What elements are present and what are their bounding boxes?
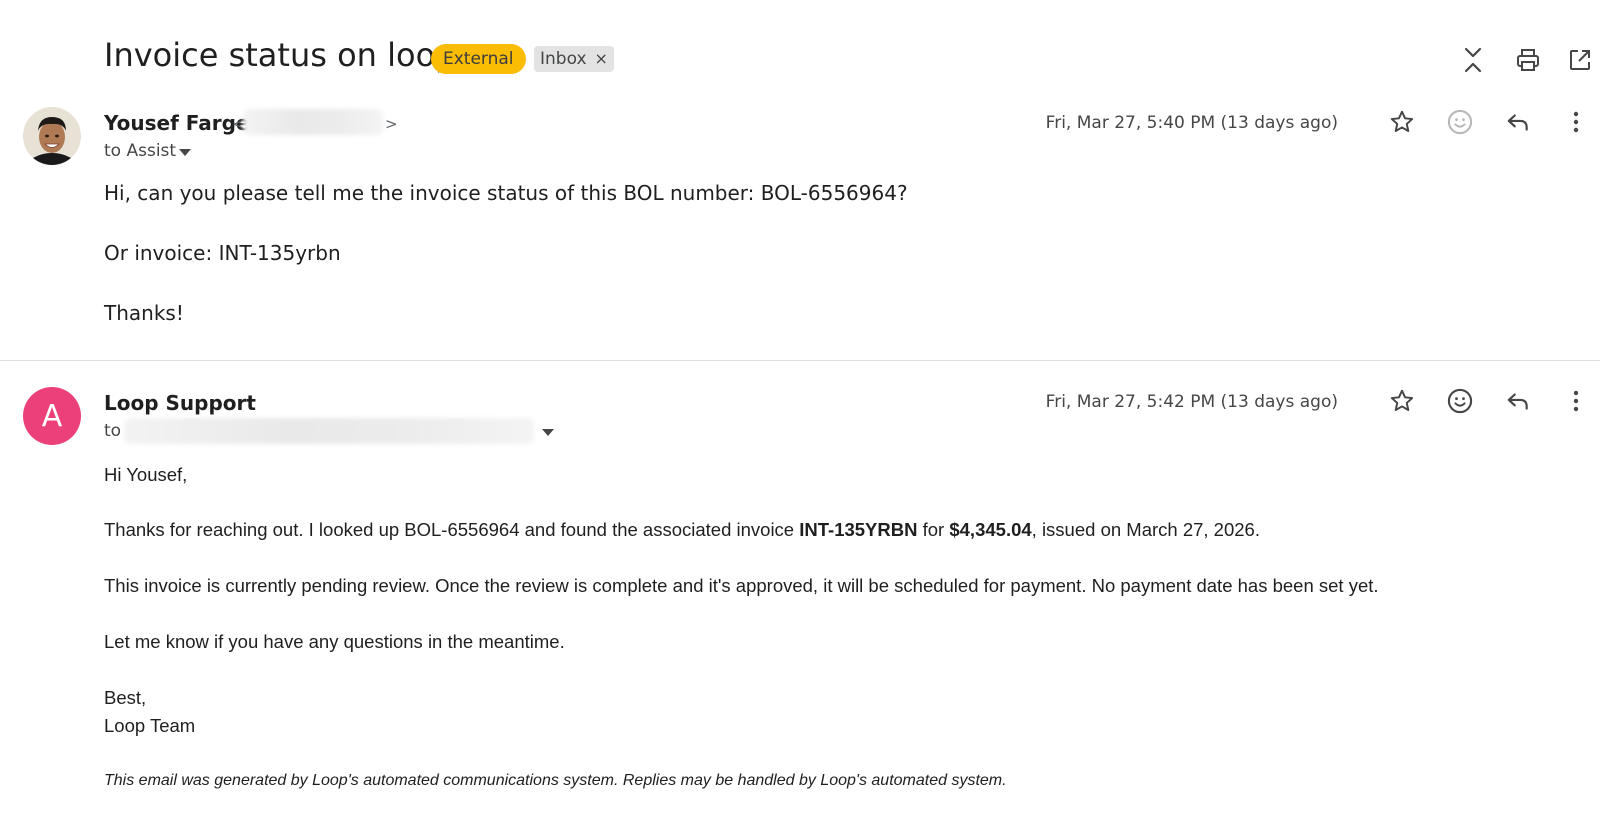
body-text: , issued on March 27, 2026. <box>1031 519 1260 540</box>
body-paragraph: Thanks for reaching out. I looked up BOL… <box>104 519 1260 541</box>
body-paragraph: Let me know if you have any questions in… <box>104 631 565 652</box>
invoice-amount: $4,345.04 <box>949 519 1032 540</box>
emoji-icon[interactable] <box>1443 105 1477 139</box>
body-text: Thanks for reaching out. I looked up BOL… <box>104 519 800 540</box>
open-in-new-window-icon[interactable] <box>1564 44 1596 76</box>
inbox-label[interactable]: Inbox × <box>534 46 614 72</box>
body-paragraph: Hi, can you please tell me the invoice s… <box>104 181 908 205</box>
remove-label-icon[interactable]: × <box>595 46 608 72</box>
message-divider <box>0 360 1600 361</box>
sender-name[interactable]: Loop Support <box>104 391 256 415</box>
invoice-number: INT-135YRBN <box>799 519 918 540</box>
message-timestamp[interactable]: Fri, Mar 27, 5:40 PM (13 days ago) <box>1046 113 1338 133</box>
reply-icon[interactable] <box>1501 384 1535 418</box>
print-icon[interactable] <box>1512 44 1544 76</box>
star-icon[interactable] <box>1385 105 1419 139</box>
more-vert-icon[interactable] <box>1559 384 1593 418</box>
avatar[interactable]: A <box>23 387 81 445</box>
automated-footer-note: This email was generated by Loop's autom… <box>104 772 1007 789</box>
avatar[interactable] <box>23 107 81 165</box>
body-paragraph: Thanks! <box>104 301 184 325</box>
thread-header: Invoice status on loop External Inbox × <box>0 0 1600 110</box>
greeting: Hi Yousef, <box>104 464 188 485</box>
email-close-bracket: > <box>385 115 398 133</box>
inbox-label-text: Inbox <box>540 49 587 69</box>
closing: Best, <box>104 687 147 708</box>
redacted-recipient <box>124 418 534 444</box>
sender-name[interactable]: Yousef Farge <box>104 111 250 135</box>
recipient-details-caret-icon[interactable] <box>179 149 191 156</box>
redacted-email <box>243 109 383 135</box>
emoji-icon[interactable] <box>1443 384 1477 418</box>
more-vert-icon[interactable] <box>1559 105 1593 139</box>
signature: Loop Team <box>104 715 196 736</box>
reply-icon[interactable] <box>1501 105 1535 139</box>
recipient-line: to <box>104 421 122 441</box>
star-icon[interactable] <box>1385 384 1419 418</box>
body-paragraph: Or invoice: INT-135yrbn <box>104 241 341 265</box>
body-paragraph: This invoice is currently pending review… <box>104 575 1379 596</box>
email-thread-view: Invoice status on loop External Inbox × <box>0 0 1600 820</box>
recipient-details-caret-icon[interactable] <box>542 429 554 436</box>
body-text: for <box>917 519 950 540</box>
message-timestamp[interactable]: Fri, Mar 27, 5:42 PM (13 days ago) <box>1046 392 1338 412</box>
thread-subject: Invoice status on loop <box>104 36 456 74</box>
external-label[interactable]: External <box>431 44 526 74</box>
collapse-all-icon[interactable] <box>1457 44 1489 76</box>
recipient-line: to Assist <box>104 141 177 161</box>
